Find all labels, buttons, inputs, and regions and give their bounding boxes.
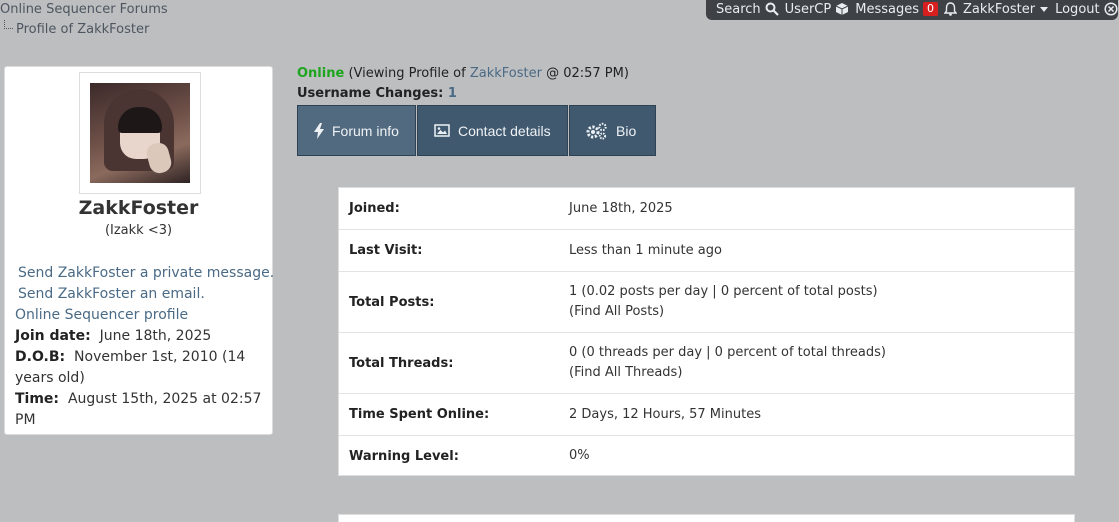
online-status: Online [297,66,345,81]
user-menu-button[interactable]: ZakkFoster [963,2,1049,17]
total-posts-value-block: 1 (0.02 posts per day | 0 percent of tot… [569,282,878,322]
last-visit-label: Last Visit: [349,243,423,258]
username-changes-count[interactable]: 1 [448,86,457,101]
table-row: Total Threads: 0 (0 threads per day | 0 … [339,333,1074,394]
logout-button[interactable]: Logout [1055,2,1118,17]
viewing-user-link[interactable]: ZakkFoster [470,66,542,81]
tab-forum-info-label: Forum info [332,122,399,139]
time-online-label: Time Spent Online: [349,407,490,422]
profile-username: ZakkFoster [78,197,199,219]
viewing-suffix: @ 02:57 PM) [546,66,629,81]
joined-value: June 18th, 2025 [569,200,673,216]
close-circle-icon [1104,2,1118,16]
table-row: Last Visit: Less than 1 minute ago [339,230,1074,272]
time-label: Time: [15,391,60,407]
profile-usertitle: (Izakk <3) [104,223,173,238]
avatar [90,83,190,183]
breadcrumb-current: Profile of ZakkFoster [16,22,150,37]
usercp-label: UserCP [784,1,832,17]
total-threads-label: Total Threads: [349,355,454,371]
warning-level-value: 0% [569,448,590,463]
logout-label: Logout [1055,1,1100,17]
tree-connector [4,20,13,29]
tab-bio[interactable]: Bio [569,105,656,156]
online-status-line: Online (Viewing Profile of ZakkFoster @ … [297,66,629,81]
table-row: Time Spent Online: 2 Days, 12 Hours, 57 … [339,394,1074,436]
joined-label: Joined: [349,201,400,216]
table-row: Total Posts: 1 (0.02 posts per day | 0 p… [339,272,1074,333]
search-icon [765,2,779,16]
total-posts-value: 1 (0.02 posts per day | 0 percent of tot… [569,284,878,299]
total-posts-label: Total Posts: [349,294,435,310]
profile-card: ZakkFoster (Izakk <3) Send ZakkFoster a … [4,66,274,435]
find-all-threads-link[interactable]: (Find All Threads) [569,365,682,380]
send-email-link[interactable]: Send ZakkFoster an email. [18,286,205,302]
search-button[interactable]: Search [716,2,779,17]
table-row: Joined: June 18th, 2025 [339,188,1074,230]
join-date-value: June 18th, 2025 [99,328,212,344]
profile-tabs: Forum info Contact details Bio [297,105,657,156]
time-online-value: 2 Days, 12 Hours, 57 Minutes [569,406,761,422]
join-date-row: Join date: June 18th, 2025 [15,326,265,347]
gears-icon [586,122,607,140]
total-threads-value: 0 (0 threads per day | 0 percent of tota… [569,345,886,360]
tab-contact-details[interactable]: Contact details [417,105,568,156]
usercp-button[interactable]: UserCP [785,2,850,17]
breadcrumb-forums-link[interactable]: Online Sequencer Forums [0,2,168,17]
join-date-label: Join date: [15,328,91,344]
warning-level-label: Warning Level: [349,448,459,464]
dob-row: D.O.B: November 1st, 2010 (14 years old) [15,347,265,389]
tab-contact-details-label: Contact details [458,122,551,139]
dob-label: D.O.B: [15,349,66,365]
search-label: Search [716,1,761,17]
bell-icon [943,2,957,16]
messages-button[interactable]: Messages 0 [855,2,938,17]
image-icon [434,124,450,137]
last-visit-value: Less than 1 minute ago [569,242,722,258]
avatar-frame [79,72,201,194]
topbar-username: ZakkFoster [962,1,1036,17]
messages-label: Messages [855,1,919,17]
tab-bio-label: Bio [616,122,637,139]
user-topbar: Search UserCP Messages 0 ZakkFoster Logo… [706,0,1118,20]
total-threads-value-block: 0 (0 threads per day | 0 percent of tota… [569,343,886,383]
next-panel [338,514,1075,522]
notifications-button[interactable] [943,2,957,16]
username-changes-label: Username Changes: [297,86,444,101]
messages-count-badge: 0 [922,2,938,16]
tab-forum-info[interactable]: Forum info [297,105,416,156]
find-all-posts-link[interactable]: (Find All Posts) [569,304,664,319]
bolt-icon [314,122,324,139]
cube-icon [836,3,849,15]
table-row: Warning Level: 0% [339,436,1074,476]
send-pm-link[interactable]: Send ZakkFoster a private message. [18,265,274,281]
os-profile-link[interactable]: Online Sequencer profile [15,307,188,323]
username-changes: Username Changes: 1 [297,86,457,101]
forum-info-table: Joined: June 18th, 2025 Last Visit: Less… [338,187,1075,476]
time-row: Time: August 15th, 2025 at 02:57 PM [15,389,265,431]
viewing-prefix: (Viewing Profile of [348,66,466,81]
caret-down-icon [1040,7,1049,12]
